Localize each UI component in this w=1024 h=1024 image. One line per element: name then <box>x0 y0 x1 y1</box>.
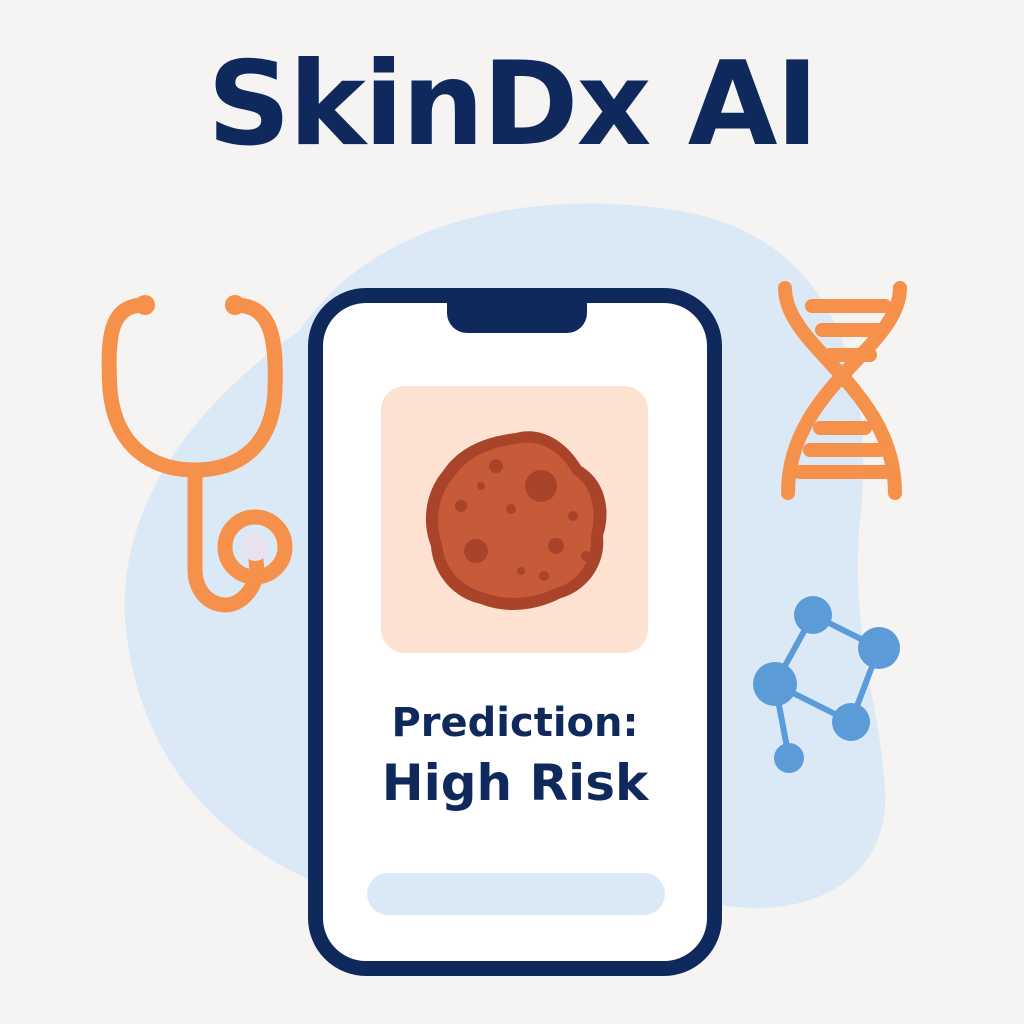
app-title: SkinDx AI <box>207 37 818 172</box>
prediction-value: High Risk <box>381 754 649 812</box>
phone-notch <box>447 301 587 333</box>
lesion-image-card <box>381 386 648 653</box>
prediction-label: Prediction: <box>391 700 639 746</box>
phone-frame: Prediction: High Risk <box>308 288 722 976</box>
stethoscope-icon <box>101 295 293 613</box>
lesion-image <box>425 431 607 610</box>
result-bar[interactable] <box>367 873 665 915</box>
splash-screen: SkinDx AI Prediction: High Risk <box>0 0 1024 1024</box>
dna-icon <box>778 281 907 500</box>
molecule-icon <box>753 596 900 773</box>
